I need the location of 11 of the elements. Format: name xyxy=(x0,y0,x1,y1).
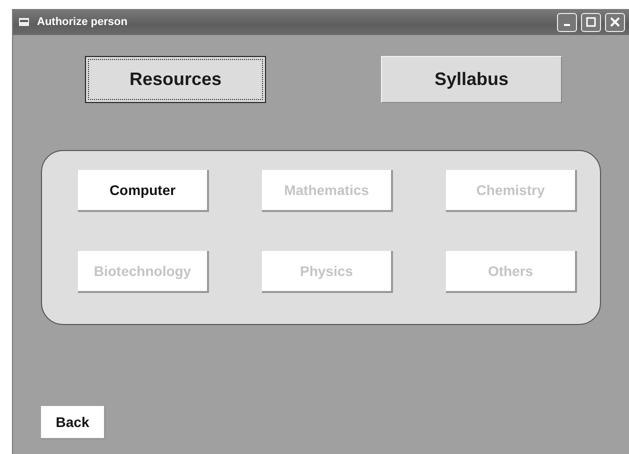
back-button[interactable]: Back xyxy=(41,406,106,440)
close-button[interactable] xyxy=(605,12,625,32)
menu-button[interactable]: Syllabus xyxy=(381,56,562,103)
window-icon xyxy=(19,18,29,26)
subject-button[interactable]: Computer xyxy=(78,170,209,212)
minimize-button[interactable] xyxy=(557,12,577,32)
maximize-button[interactable] xyxy=(581,12,601,32)
close-icon xyxy=(610,17,620,27)
maximize-icon xyxy=(586,17,596,27)
menu-button[interactable]: Resources xyxy=(85,56,266,103)
window-title: Authorize person xyxy=(37,14,128,30)
